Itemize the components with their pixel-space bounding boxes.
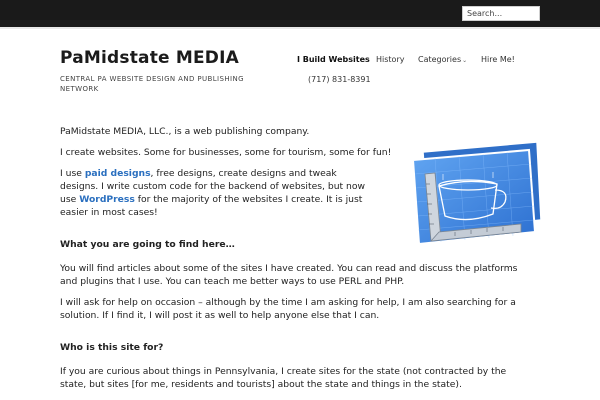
search-input[interactable]	[462, 6, 540, 21]
intro-paragraph: PaMidstate MEDIA, LLC., is a web publish…	[60, 126, 310, 137]
paragraph-articles: You will find articles about some of the…	[60, 263, 518, 287]
chevron-down-icon: ⌄	[462, 57, 468, 64]
site-title[interactable]: PaMidstate MEDIA	[60, 48, 239, 68]
heading-who-for: Who is this site for?	[60, 342, 164, 353]
nav-item-history[interactable]: History	[376, 55, 404, 64]
paragraph-audience: If you are curious about things in Penns…	[60, 366, 507, 390]
nav-item-categories-label[interactable]: Categories	[418, 55, 461, 64]
paragraph-designs-text-a: I use	[60, 168, 85, 179]
top-bar	[0, 0, 600, 27]
paragraph-help: I will ask for help on occasion – althou…	[60, 297, 516, 321]
paragraph-designs: I use paid designs, free designs, create…	[60, 167, 370, 219]
nav-item-hire-me[interactable]: Hire Me!	[481, 55, 515, 64]
phone-number: (717) 831-8391	[308, 75, 371, 84]
nav-item-i-build-websites[interactable]: I Build Websites	[297, 55, 370, 64]
nav-item-categories[interactable]: Categories⌄	[418, 55, 467, 64]
site-tagline: CENTRAL PA WEBSITE DESIGN AND PUBLISHING…	[60, 75, 244, 93]
blueprint-icon	[411, 141, 542, 246]
wordpress-link[interactable]: WordPress	[79, 194, 135, 205]
paid-designs-link[interactable]: paid designs	[85, 168, 151, 179]
header-divider	[0, 27, 600, 29]
